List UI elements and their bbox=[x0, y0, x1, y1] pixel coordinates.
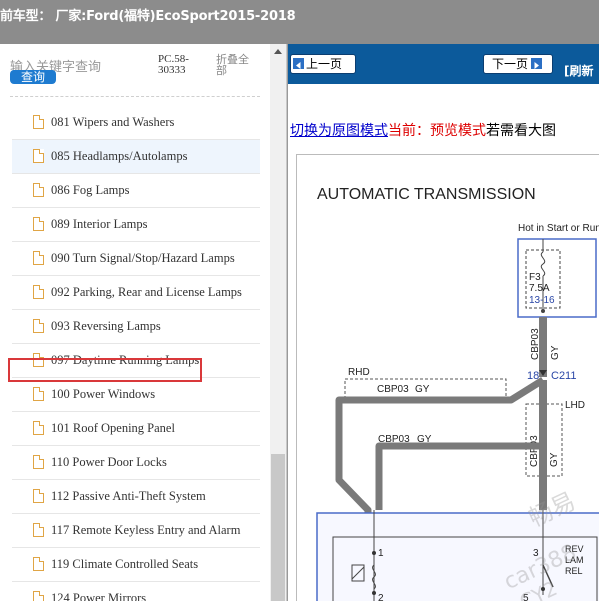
fuse-terminal bbox=[541, 309, 545, 313]
wire1-code: CBP03 bbox=[530, 328, 541, 360]
list-item[interactable]: 112 Passive Anti-Theft System bbox=[12, 480, 260, 514]
list-item-label: 085 Headlamps/Autolamps bbox=[51, 149, 188, 163]
wiring-diagram-svg: AUTOMATIC TRANSMISSION Hot in Start or R… bbox=[316, 186, 599, 601]
list-item-label: 124 Power Mirrors bbox=[51, 591, 147, 601]
lhd-wire-color: GY bbox=[549, 452, 560, 467]
list-item[interactable]: 093 Reversing Lamps bbox=[12, 310, 260, 344]
list-item-label: 081 Wipers and Washers bbox=[51, 115, 175, 129]
prev-page-button[interactable]: 上一页 bbox=[290, 54, 356, 74]
hot-label: Hot in Start or Run bbox=[518, 223, 599, 234]
wire-mid-path bbox=[375, 442, 543, 510]
viewer-panel: 上一页 下一页 [刷新 切换为原图模式当前：预览模式若需看大图 AUTOMATI… bbox=[287, 44, 599, 601]
pc-code: PC.58- 30333 bbox=[158, 54, 189, 76]
document-icon bbox=[33, 319, 44, 333]
diagram-title: AUTOMATIC TRANSMISSION bbox=[317, 186, 536, 203]
viewer-toolbar: 上一页 下一页 [刷新 bbox=[288, 44, 599, 84]
list-item[interactable]: 119 Climate Controlled Seats bbox=[12, 548, 260, 582]
document-icon bbox=[33, 455, 44, 469]
document-icon bbox=[33, 217, 44, 231]
document-icon bbox=[33, 183, 44, 197]
document-icon bbox=[33, 285, 44, 299]
document-icon bbox=[33, 251, 44, 265]
list-item[interactable]: 110 Power Door Locks bbox=[12, 446, 260, 480]
list-item-label: 092 Parking, Rear and License Lamps bbox=[51, 285, 242, 299]
sidebar-scrollbar[interactable] bbox=[270, 44, 286, 601]
document-icon bbox=[33, 387, 44, 401]
divider bbox=[10, 96, 260, 97]
pc-code-line2: 30333 bbox=[158, 64, 186, 76]
arrow-left-icon bbox=[293, 58, 304, 69]
sidebar: 输入关键字查询 查询 PC.58- 30333 折叠全 部 081 Wipers… bbox=[0, 44, 287, 601]
list-item[interactable]: 100 Power Windows bbox=[12, 378, 260, 412]
fuse-rating: 7.5A bbox=[529, 283, 550, 294]
vehicle-title: 前车型： 厂家:Ford(福特)EcoSport2015-2018 bbox=[0, 9, 296, 24]
list-item-label: 117 Remote Keyless Entry and Alarm bbox=[51, 523, 241, 537]
wiring-diagram[interactable]: AUTOMATIC TRANSMISSION Hot in Start or R… bbox=[296, 154, 599, 601]
list-item-label: 089 Interior Lamps bbox=[51, 217, 148, 231]
search-button[interactable]: 查询 bbox=[10, 70, 56, 84]
fuse-name: F3 bbox=[529, 272, 541, 283]
list-item-label: 119 Climate Controlled Seats bbox=[51, 557, 199, 571]
pin2-dot bbox=[372, 591, 376, 595]
document-icon bbox=[33, 421, 44, 435]
rhd-wire-color: GY bbox=[415, 384, 430, 395]
pin1-label: 1 bbox=[378, 548, 384, 559]
list-item[interactable]: 086 Fog Lamps bbox=[12, 174, 260, 208]
connector-c211: C211 bbox=[551, 370, 576, 382]
hint-text: 若需看大图 bbox=[486, 123, 556, 139]
list-item[interactable]: 101 Roof Opening Panel bbox=[12, 412, 260, 446]
lhd-label: LHD bbox=[565, 400, 585, 411]
mode-bar: 切换为原图模式当前：预览模式若需看大图 bbox=[290, 120, 556, 140]
document-icon bbox=[33, 557, 44, 571]
wire1-color: GY bbox=[550, 345, 561, 360]
list-item[interactable]: 124 Power Mirrors bbox=[12, 582, 260, 601]
list-item[interactable]: 085 Headlamps/Autolamps bbox=[12, 140, 260, 174]
scroll-up-arrow-icon[interactable] bbox=[270, 44, 286, 60]
scrollbar-thumb[interactable] bbox=[271, 454, 285, 601]
document-icon bbox=[33, 149, 44, 163]
selection-highlight-box bbox=[8, 358, 202, 382]
document-icon bbox=[33, 115, 44, 129]
list-item-label: 100 Power Windows bbox=[51, 387, 156, 401]
list-item-label: 110 Power Door Locks bbox=[51, 455, 167, 469]
arrow-right-icon bbox=[531, 58, 543, 69]
list-item[interactable]: 081 Wipers and Washers bbox=[12, 106, 260, 140]
next-page-button[interactable]: 下一页 bbox=[483, 54, 553, 74]
fuse-symbol-icon bbox=[540, 251, 546, 277]
list-item-label: 093 Reversing Lamps bbox=[51, 319, 161, 333]
rhd-wire-code: CBP03 bbox=[377, 384, 409, 395]
mid-wire-color: GY bbox=[417, 434, 432, 445]
fuse-pins: 13-16 bbox=[529, 295, 555, 306]
title-bar: 前车型： 厂家:Ford(福特)EcoSport2015-2018 bbox=[0, 0, 599, 45]
current-label: 当前： bbox=[388, 123, 430, 139]
tree-list: 081 Wipers and Washers 085 Headlamps/Aut… bbox=[12, 106, 260, 601]
list-item[interactable]: 117 Remote Keyless Entry and Alarm bbox=[12, 514, 260, 548]
document-icon bbox=[33, 591, 44, 601]
list-item-label: 086 Fog Lamps bbox=[51, 183, 130, 197]
refresh-link[interactable]: [刷新 bbox=[564, 62, 594, 79]
list-item[interactable]: 092 Parking, Rear and License Lamps bbox=[12, 276, 260, 310]
current-mode: 预览模式 bbox=[430, 123, 486, 139]
collapse-all-button[interactable]: 折叠全 部 bbox=[216, 54, 256, 76]
document-icon bbox=[33, 489, 44, 503]
document-icon bbox=[33, 523, 44, 537]
next-page-label: 下一页 bbox=[492, 57, 529, 71]
pin2-label: 2 bbox=[378, 593, 384, 601]
switch-original-mode-link[interactable]: 切换为原图模式 bbox=[290, 123, 388, 139]
rhd-label: RHD bbox=[348, 367, 370, 378]
pin1-dot bbox=[372, 551, 376, 555]
lhd-wire-code: CBP03 bbox=[529, 435, 540, 467]
list-item[interactable]: 089 Interior Lamps bbox=[12, 208, 260, 242]
list-item-label: 112 Passive Anti-Theft System bbox=[51, 489, 206, 503]
list-item-label: 090 Turn Signal/Stop/Hazard Lamps bbox=[51, 251, 235, 265]
collapse-all-line2: 部 bbox=[216, 64, 227, 77]
mid-wire-code: CBP03 bbox=[378, 434, 410, 445]
prev-page-label: 上一页 bbox=[306, 57, 343, 71]
list-item[interactable]: 090 Turn Signal/Stop/Hazard Lamps bbox=[12, 242, 260, 276]
list-item-label: 101 Roof Opening Panel bbox=[51, 421, 175, 435]
